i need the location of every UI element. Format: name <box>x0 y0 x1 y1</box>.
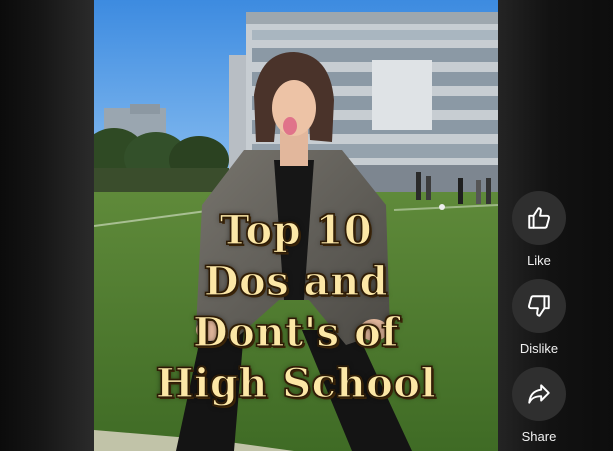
overlay-line: Dos and <box>203 257 389 305</box>
like-button[interactable] <box>512 191 566 245</box>
share-arrow-icon <box>528 384 550 404</box>
like-action: Like <box>511 191 567 268</box>
left-backdrop <box>0 0 94 451</box>
dislike-button[interactable] <box>512 279 566 333</box>
dislike-label: Dislike <box>519 341 559 356</box>
like-label: Like <box>527 253 551 268</box>
share-action: Share <box>511 367 567 444</box>
thumbs-down-icon <box>527 295 550 317</box>
short-video-player[interactable]: Top 10 Dos and Dont's of High School <box>94 0 498 451</box>
overlay-line: Top 10 <box>219 206 373 254</box>
overlay-line: Dont's of <box>192 308 399 356</box>
dislike-action: Dislike <box>511 279 567 356</box>
thumbs-up-icon <box>528 207 551 229</box>
share-button[interactable] <box>512 367 566 421</box>
overlay-line: High School <box>155 359 437 407</box>
share-label: Share <box>521 429 557 444</box>
video-title-overlay: Top 10 Dos and Dont's of High School <box>94 205 498 409</box>
